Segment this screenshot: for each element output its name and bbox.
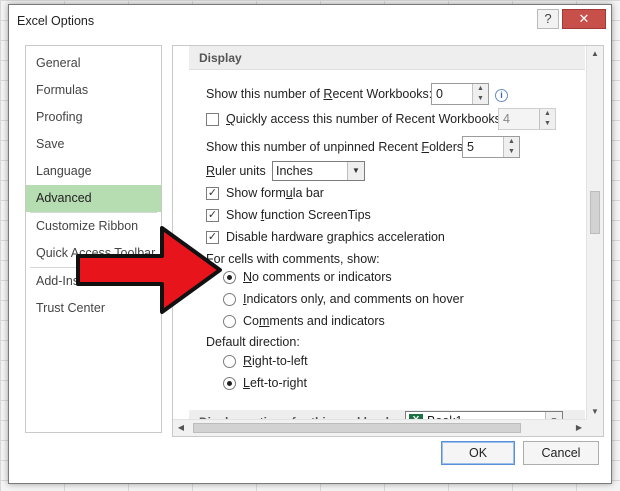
radio-comments-and-indicators[interactable] — [223, 315, 236, 328]
scroll-right-icon[interactable]: ▶ — [571, 420, 587, 436]
help-button[interactable]: ? — [537, 9, 559, 29]
ruler-units-select[interactable]: Inches ▼ — [272, 161, 365, 181]
formula-bar-label: Show formula bar — [226, 186, 324, 200]
screentips-checkbox[interactable]: ✓ — [206, 209, 219, 222]
stepper-up-icon[interactable]: ▲ — [504, 137, 519, 147]
formula-bar-checkbox[interactable]: ✓ — [206, 187, 219, 200]
vertical-scrollbar[interactable]: ▲ ▼ — [586, 46, 603, 420]
cancel-button[interactable]: Cancel — [523, 441, 599, 465]
quick-access-checkbox[interactable] — [206, 113, 219, 126]
quick-access-stepper: 4 ▲ ▼ — [498, 108, 556, 130]
dialog-title: Excel Options — [17, 14, 95, 28]
stepper-up-icon[interactable]: ▲ — [473, 84, 488, 94]
scroll-down-icon[interactable]: ▼ — [587, 404, 603, 420]
radio-right-to-left[interactable] — [223, 355, 236, 368]
recent-workbooks-label: Show this number of Recent Workbooks: — [206, 87, 433, 101]
screentips-label: Show function ScreenTips — [226, 208, 371, 222]
nav-item-formulas[interactable]: Formulas — [26, 77, 161, 104]
comments-group-label: For cells with comments, show: — [206, 252, 380, 266]
radio-left-to-right[interactable] — [223, 377, 236, 390]
scrollbar-corner — [586, 419, 603, 436]
stepper-down-icon: ▼ — [544, 120, 551, 127]
no-comments-label: No comments or indicators — [243, 270, 392, 284]
title-bar: Excel Options ? ✕ — [9, 5, 611, 37]
radio-indicators-only[interactable] — [223, 293, 236, 306]
right-to-left-label: Right-to-left — [243, 354, 308, 368]
horizontal-scrollbar[interactable]: ◀ ▶ — [173, 419, 587, 436]
stepper-up-icon: ▲ — [544, 110, 551, 117]
advanced-options-panel[interactable]: Display Show this number of Recent Workb… — [172, 45, 604, 437]
ok-button[interactable]: OK — [441, 441, 515, 465]
nav-item-save[interactable]: Save — [26, 131, 161, 158]
unpinned-folders-stepper[interactable]: 5 ▲ ▼ — [462, 136, 520, 158]
scroll-left-icon[interactable]: ◀ — [173, 420, 189, 436]
direction-group-label: Default direction: — [206, 335, 300, 349]
unpinned-folders-label: Show this number of unpinned Recent Fold… — [206, 140, 467, 154]
recent-workbooks-stepper[interactable]: 0 ▲ ▼ — [431, 83, 489, 105]
left-to-right-label: Left-to-right — [243, 376, 307, 390]
display-section-header: Display — [189, 46, 585, 70]
scroll-up-icon[interactable]: ▲ — [587, 46, 603, 62]
scroll-thumb[interactable] — [590, 191, 600, 234]
radio-no-comments[interactable] — [223, 271, 236, 284]
stepper-down-icon[interactable]: ▼ — [473, 94, 488, 104]
scroll-thumb[interactable] — [193, 423, 521, 433]
nav-item-language[interactable]: Language — [26, 158, 161, 185]
chevron-down-icon[interactable]: ▼ — [347, 162, 364, 180]
indicators-only-label: Indicators only, and comments on hover — [243, 292, 464, 306]
nav-item-general[interactable]: General — [26, 50, 161, 77]
nav-item-advanced[interactable]: Advanced — [26, 185, 161, 212]
stepper-down-icon[interactable]: ▼ — [504, 147, 519, 157]
hw-accel-label: Disable hardware graphics acceleration — [226, 230, 445, 244]
ruler-units-label: Ruler units — [206, 164, 266, 178]
close-button[interactable]: ✕ — [562, 9, 606, 29]
nav-item-proofing[interactable]: Proofing — [26, 104, 161, 131]
quick-access-label: Quickly access this number of Recent Wor… — [226, 112, 505, 126]
comments-and-indicators-label: Comments and indicators — [243, 314, 385, 328]
info-icon[interactable]: i — [495, 89, 508, 102]
red-arrow-icon — [76, 226, 222, 314]
